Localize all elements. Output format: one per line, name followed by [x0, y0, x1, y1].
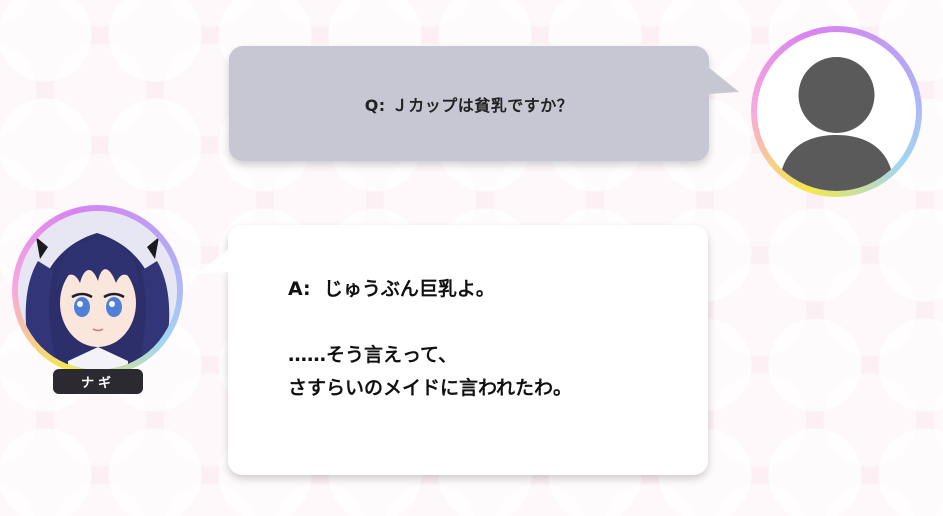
- user-silhouette-icon: [779, 57, 894, 191]
- question-text: Q: Ｊカップは貧乳ですか？: [364, 95, 574, 115]
- user-avatar-inner: [757, 32, 916, 191]
- user-avatar: [751, 26, 922, 197]
- character-name-tag: ナギ: [53, 369, 143, 394]
- character-portrait-art: [18, 211, 177, 370]
- answer-bubble: A: じゅうぶん巨乳よ。 ……そう言えって、 さすらいのメイドに言われたわ。: [196, 225, 708, 475]
- answer-text: A: じゅうぶん巨乳よ。 ……そう言えって、 さすらいのメイドに言われたわ。: [288, 278, 573, 399]
- character-portrait: [18, 211, 177, 370]
- question-bubble: Q: Ｊカップは貧乳ですか？: [229, 46, 739, 161]
- character-avatar: [12, 205, 183, 376]
